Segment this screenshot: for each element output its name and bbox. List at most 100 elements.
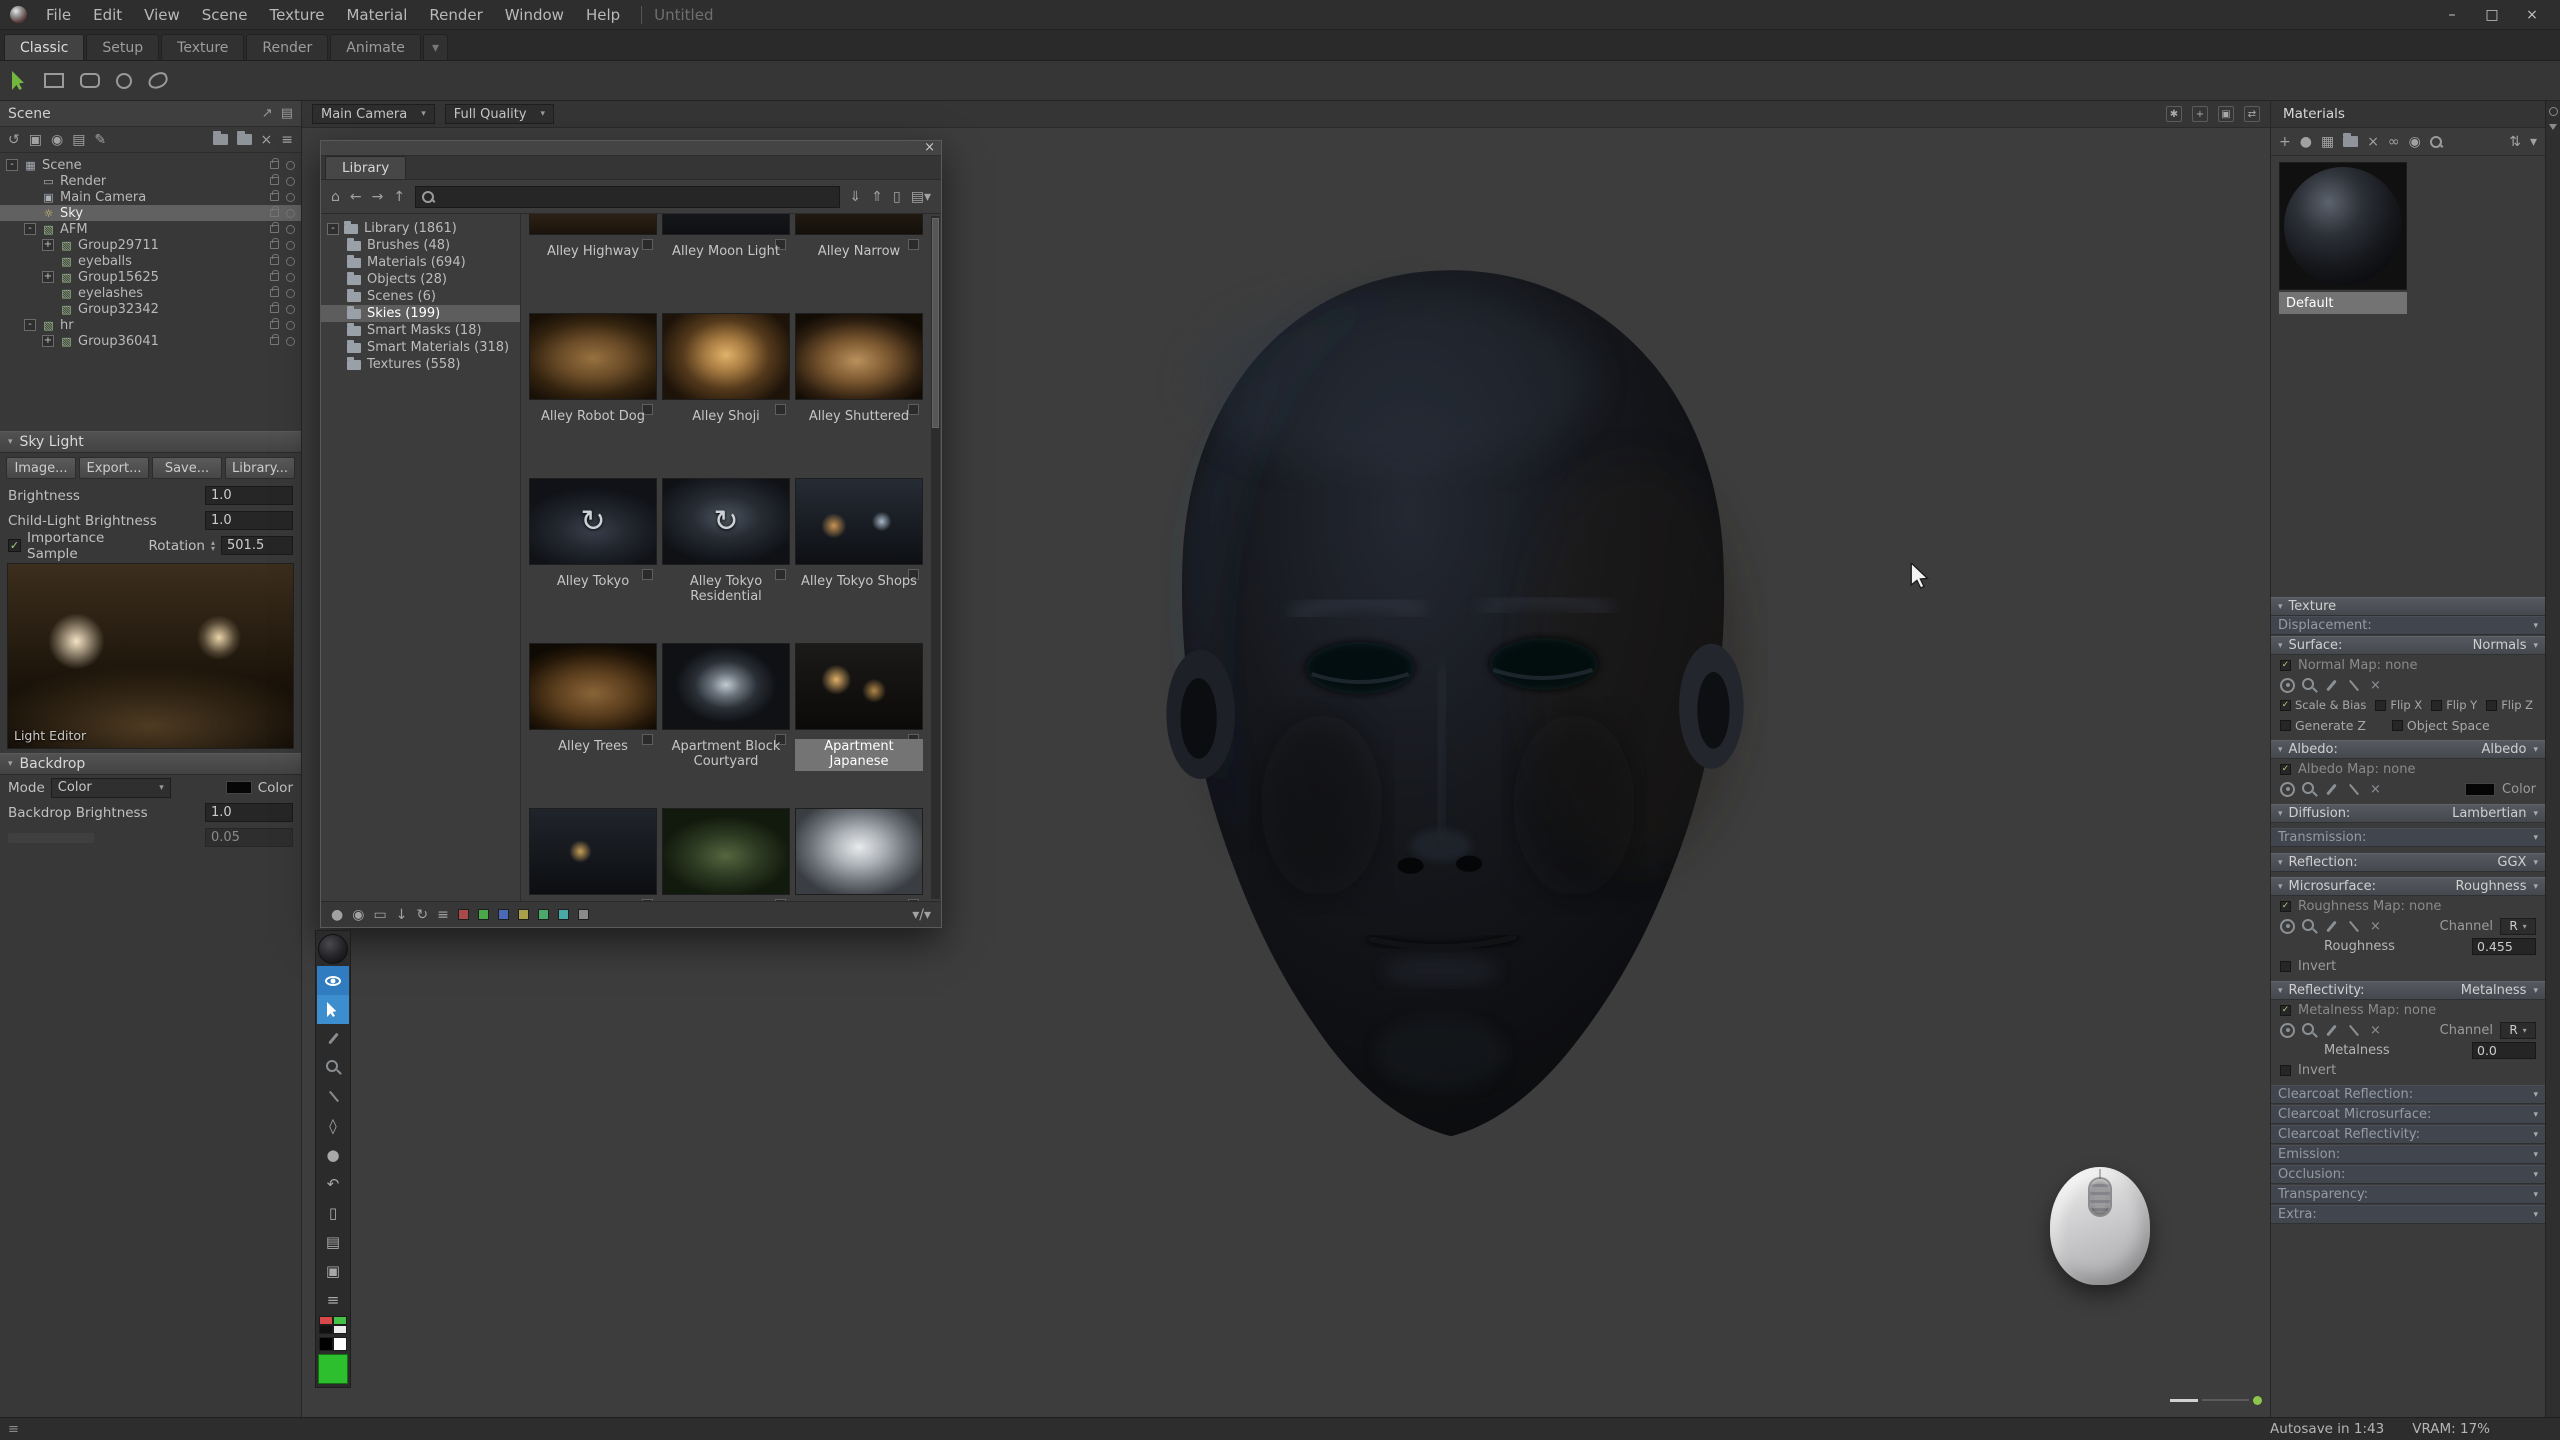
sky-thumbnail[interactable] <box>662 643 790 730</box>
black-swatch[interactable] <box>319 1337 333 1351</box>
download-icon[interactable]: ↓ <box>396 908 408 922</box>
lock-icon[interactable] <box>270 305 279 313</box>
pencil-tool[interactable] <box>317 1082 349 1111</box>
ghost-icon[interactable] <box>286 289 295 298</box>
folder-textures[interactable]: Textures (558) <box>321 356 520 373</box>
library-item-partial[interactable] <box>795 808 925 901</box>
backdrop-brightness-input[interactable] <box>205 803 293 822</box>
tab-texture[interactable]: Texture <box>161 34 244 60</box>
albedo-mode-value[interactable]: Albedo <box>2482 742 2527 757</box>
section-extra[interactable]: Extra: ▾ <box>2271 1205 2545 1224</box>
library-item[interactable]: Alley Narrow <box>795 214 925 313</box>
add-material-icon[interactable]: + <box>2279 135 2291 149</box>
pencil-icon[interactable] <box>2346 678 2361 693</box>
brush-icon[interactable] <box>2324 919 2339 934</box>
section-transparency[interactable]: Transparency: ▾ <box>2271 1185 2545 1204</box>
menu-edit[interactable]: Edit <box>82 6 133 24</box>
image-button[interactable]: Image... <box>6 457 76 479</box>
library-item-partial[interactable] <box>662 808 792 901</box>
camera-tool[interactable]: ▣ <box>317 1256 349 1285</box>
view-options-icon[interactable]: ▤▾ <box>911 190 931 204</box>
tab-render[interactable]: Render <box>246 34 328 60</box>
maximize-button[interactable]: □ <box>2472 7 2512 23</box>
section-emission[interactable]: Emission: ▾ <box>2271 1145 2545 1164</box>
home-icon[interactable]: ⌂ <box>331 190 340 204</box>
folder-materials[interactable]: Materials (694) <box>321 254 520 271</box>
zoom-slider-track[interactable] <box>2202 1399 2249 1401</box>
pencil-icon[interactable] <box>2346 1023 2361 1038</box>
tree-item-afm[interactable]: - ▧ AFM <box>0 221 301 237</box>
eraser-tool[interactable]: ◊ <box>317 1111 349 1140</box>
sky-thumbnail[interactable] <box>662 808 790 895</box>
lock-icon[interactable] <box>270 177 279 185</box>
circle-select-icon[interactable] <box>116 73 132 89</box>
brush-tool[interactable] <box>317 1024 349 1053</box>
lock-icon[interactable] <box>270 193 279 201</box>
ghost-icon[interactable] <box>286 161 295 170</box>
tag-lime-swatch[interactable] <box>538 909 549 920</box>
select-arrow-icon[interactable] <box>12 71 28 90</box>
ghost-icon[interactable] <box>286 241 295 250</box>
library-item[interactable]: Alley Shuttered <box>795 313 925 478</box>
lock-icon[interactable] <box>270 209 279 217</box>
rotation-input[interactable] <box>221 536 293 555</box>
backdrop-color-swatch[interactable] <box>226 781 252 794</box>
add-panel-icon[interactable]: + <box>2192 106 2208 122</box>
rectangle-select-icon[interactable] <box>44 73 64 88</box>
clear-map-icon[interactable]: × <box>2368 1023 2383 1038</box>
save-button[interactable]: Save... <box>152 457 222 479</box>
ghost-icon[interactable] <box>286 225 295 234</box>
minimize-button[interactable]: – <box>2432 7 2472 23</box>
reflection-mode-value[interactable]: GGX <box>2497 855 2526 870</box>
section-albedo[interactable]: ▾ Albedo: Albedo ▾ <box>2271 740 2545 759</box>
folder-brushes[interactable]: Brushes (48) <box>321 237 520 254</box>
library-item[interactable]: Apartment Block Courtyard <box>662 643 792 808</box>
pencil-icon[interactable] <box>2346 919 2361 934</box>
active-color-swatch[interactable] <box>318 1354 348 1384</box>
importance-sample-checkbox[interactable]: ✓ <box>8 539 21 552</box>
screen-icon[interactable]: ▭ <box>373 908 386 922</box>
folder-skies[interactable]: Skies (199) <box>321 305 520 322</box>
library-item[interactable]: ↻ Alley Tokyo Residential <box>662 478 792 643</box>
color-quad-swatch[interactable] <box>319 1316 347 1334</box>
ghost-icon[interactable] <box>286 321 295 330</box>
delete-tool[interactable]: ▯ <box>317 1198 349 1227</box>
sky-thumbnail[interactable] <box>795 643 923 730</box>
red-swatch[interactable] <box>319 1316 333 1325</box>
scrollbar-thumb[interactable] <box>932 218 939 428</box>
sky-thumbnail[interactable] <box>795 214 923 235</box>
folder-smart-masks[interactable]: Smart Masks (18) <box>321 322 520 339</box>
metalness-input[interactable] <box>2472 1042 2536 1059</box>
invert-checkbox[interactable] <box>2280 961 2291 972</box>
viewport-zoom-slider[interactable] <box>2170 1394 2262 1406</box>
library-item[interactable]: Alley Moon Light <box>662 214 792 313</box>
menu-file[interactable]: File <box>35 6 82 24</box>
brush-icon[interactable] <box>2324 782 2339 797</box>
section-clearcoat-reflection[interactable]: Clearcoat Reflection: ▾ <box>2271 1085 2545 1104</box>
add-workspace-tab[interactable]: ▾ <box>423 34 448 60</box>
expand-toggle[interactable]: - <box>327 223 339 235</box>
surface-mode-value[interactable]: Normals <box>2473 638 2527 653</box>
sky-thumbnail[interactable] <box>662 313 790 400</box>
normal-map-checkbox[interactable]: ✓ <box>2280 660 2291 671</box>
lock-icon[interactable] <box>270 161 279 169</box>
zoom-icon[interactable] <box>2302 919 2317 934</box>
export-button[interactable]: Export... <box>79 457 149 479</box>
sky-thumbnail[interactable] <box>529 214 657 235</box>
tag-green-swatch[interactable] <box>478 909 489 920</box>
flip-y-checkbox[interactable] <box>2431 700 2442 711</box>
link-icon[interactable]: ∞ <box>2388 135 2400 149</box>
section-reflection[interactable]: ▾ Reflection: GGX ▾ <box>2271 853 2545 872</box>
lock-icon[interactable] <box>270 273 279 281</box>
bw-swatch[interactable] <box>319 1337 347 1351</box>
library-item[interactable]: Alley Highway <box>529 214 659 313</box>
tag-teal-swatch[interactable] <box>558 909 569 920</box>
lock-icon[interactable] <box>270 289 279 297</box>
rounded-select-icon[interactable] <box>80 73 100 88</box>
section-clearcoat-reflectivity[interactable]: Clearcoat Reflectivity: ▾ <box>2271 1125 2545 1144</box>
sky-thumbnail[interactable] <box>529 643 657 730</box>
folder-add-icon[interactable] <box>237 134 252 145</box>
library-item-selected[interactable]: Apartment Japanese <box>795 643 925 808</box>
microsurface-mode-value[interactable]: Roughness <box>2456 879 2527 894</box>
smudge-tool[interactable]: ↶ <box>317 1169 349 1198</box>
